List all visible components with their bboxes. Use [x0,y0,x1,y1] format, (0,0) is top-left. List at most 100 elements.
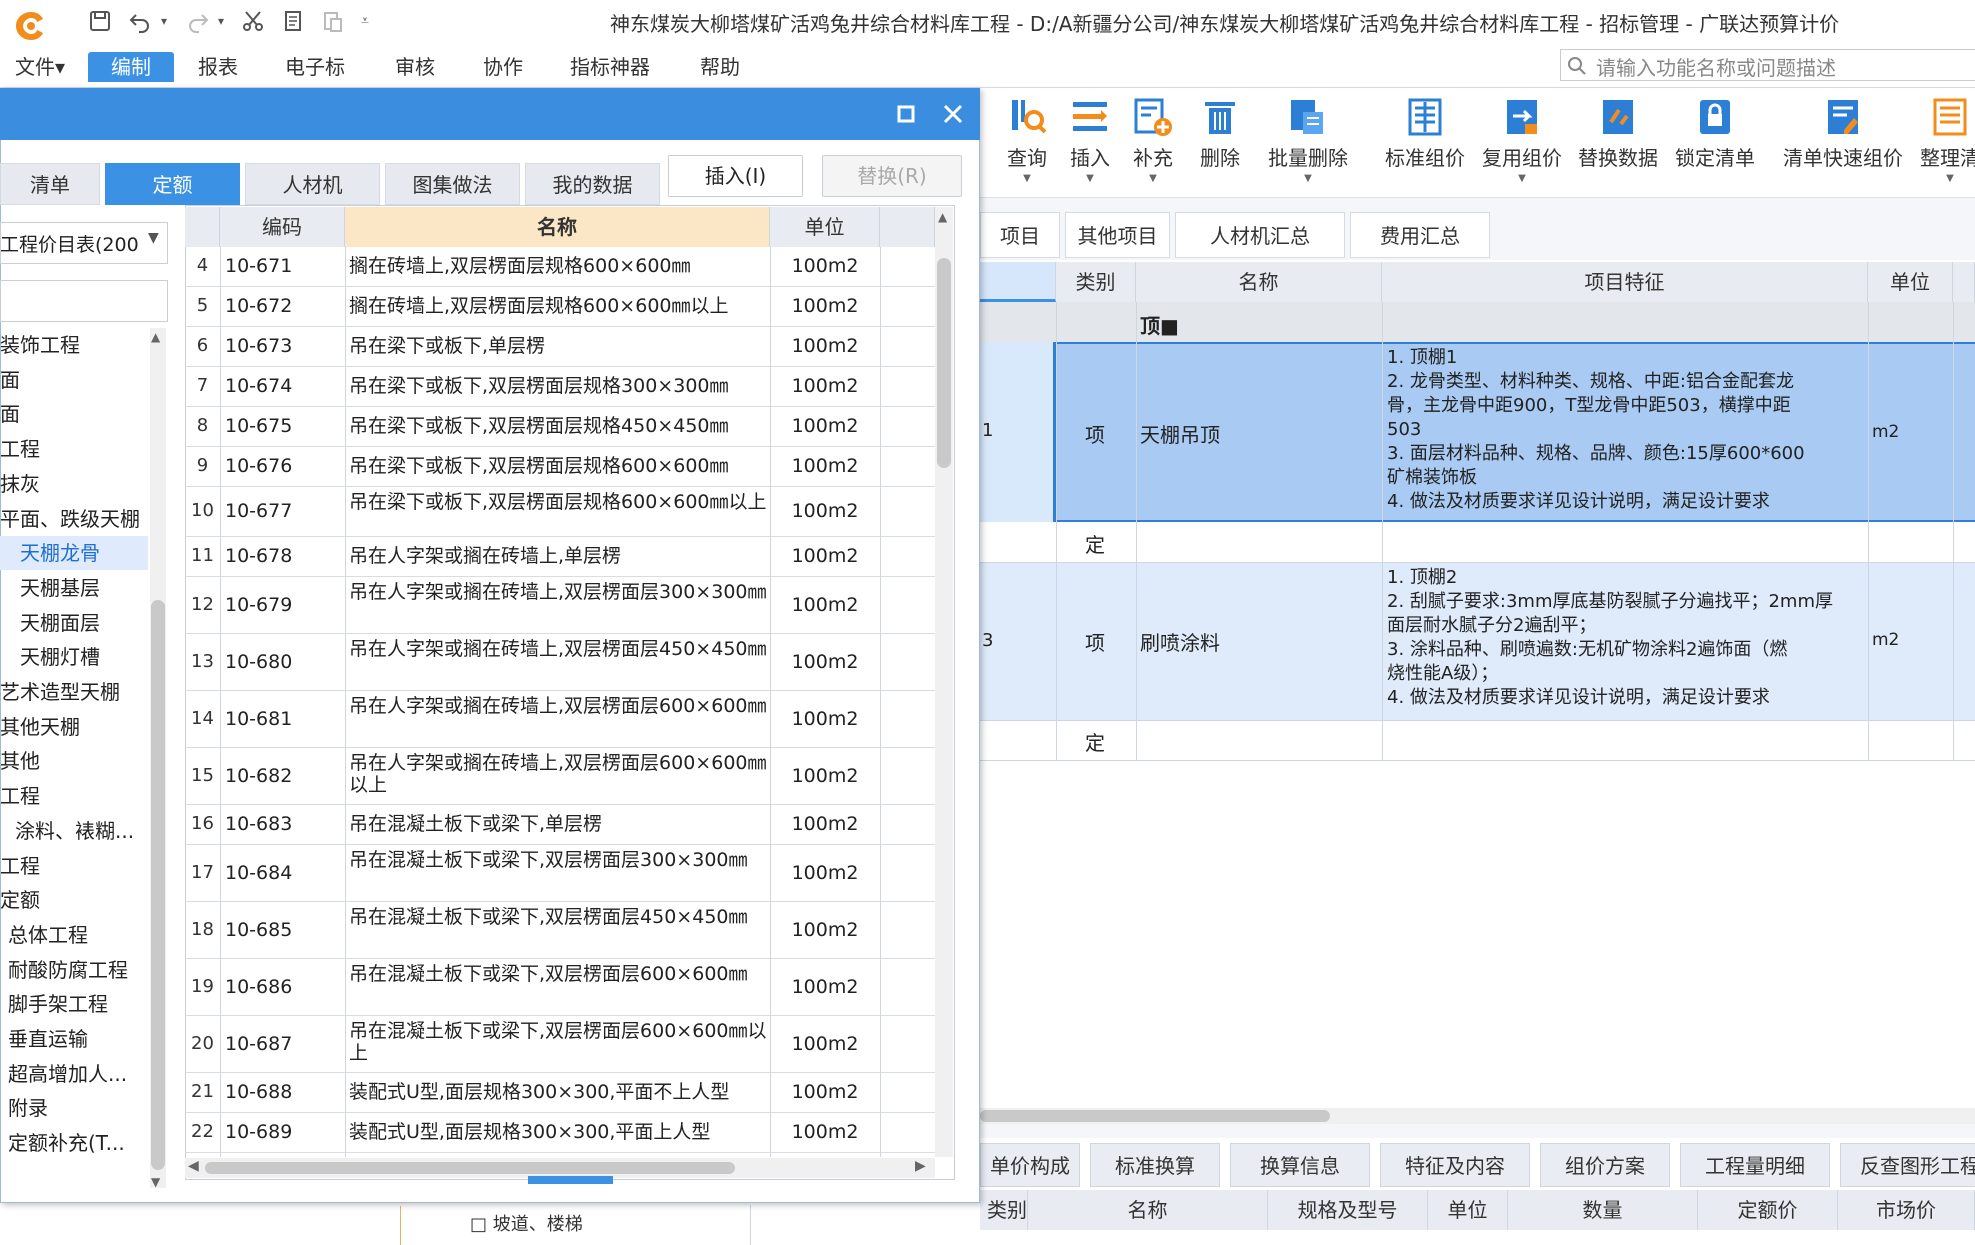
col-header-index[interactable] [185,207,220,247]
tab-unit-price[interactable]: 单价构成 [980,1143,1080,1187]
menu-file[interactable]: 文件▾ [5,52,75,82]
reuse-pricing-button[interactable]: 复用组价 ▼ [1472,96,1572,185]
col-header-type[interactable]: 类别 [1056,262,1136,302]
quota-table-hscroll-thumb[interactable] [205,1162,735,1174]
col-header-unit[interactable]: 单位 [770,207,880,247]
table-row[interactable]: 5 10-672 搁在砖墙上,双层楞面层规格600×600㎜以上 100m2 [185,287,935,327]
dialog-title-bar[interactable] [0,88,980,140]
splitter-handle[interactable] [528,1176,613,1184]
tree-node[interactable]: 涂料、裱糊... [0,814,148,848]
batch-delete-button[interactable]: 批量删除 ▼ [1263,96,1353,185]
table-row[interactable] [980,522,1975,562]
cut-icon[interactable] [238,6,268,36]
save-icon[interactable] [85,6,115,36]
tree-node[interactable]: 工程 [0,779,148,813]
tree-node[interactable]: 定额 [0,883,148,917]
close-icon[interactable] [935,96,971,132]
bill-table-hscroll-thumb[interactable] [980,1110,1330,1122]
tree-search-input[interactable] [0,280,168,322]
standard-pricing-button[interactable]: 标准组价 [1375,96,1475,185]
menu-edit[interactable]: 编制 [88,52,174,82]
lock-list-button[interactable]: 锁定清单 [1665,96,1765,185]
quota-table-vscroll-thumb[interactable] [937,258,951,468]
table-row[interactable]: 18 10-685 吊在混凝土板下或梁下,双层楞面层450×450㎜ 100m2 [185,902,935,959]
more-icon[interactable]: ⩡ [355,6,375,36]
tree-node[interactable]: 天棚基层 [0,571,148,605]
tab-standard-conversion[interactable]: 标准换算 [1090,1143,1220,1187]
table-row[interactable]: 17 10-684 吊在混凝土板下或梁下,双层楞面层300×300㎜ 100m2 [185,845,935,902]
tree-node[interactable]: 总体工程 [0,918,148,952]
tree-node[interactable]: 定额补充(T... [0,1126,148,1160]
table-row[interactable]: 14 10-681 吊在人字架或搁在砖墙上,双层楞面层600×600㎜ 100m2 [185,691,935,748]
detail-col-qty[interactable]: 数量 [1508,1190,1698,1230]
detail-col-unit[interactable]: 单位 [1428,1190,1508,1230]
tree-node[interactable]: 天棚灯槽 [0,640,148,674]
insert-button[interactable]: 插入(I) [668,155,803,197]
col-header-extra[interactable] [880,207,935,247]
tree-node[interactable]: 超高增加人... [0,1057,148,1091]
tree-node[interactable]: 附录 [0,1091,148,1125]
tree-scroll-thumb[interactable] [151,600,165,1170]
scroll-up-icon[interactable]: ▲ [938,210,947,224]
tree-node[interactable]: 工程 [0,849,148,883]
tab-other-items[interactable]: 其他项目 [1065,212,1170,258]
tree-node[interactable]: 抹灰 [0,467,148,501]
tree-node[interactable]: 艺术造型天棚 [0,675,148,709]
tree-node[interactable]: 脚手架工程 [0,987,148,1021]
redo-icon[interactable] [183,6,213,36]
detail-col-quota-price[interactable]: 定额价 [1698,1190,1838,1230]
tab-features-content[interactable]: 特征及内容 [1380,1143,1530,1187]
tree-node[interactable]: 装饰工程 [0,328,148,362]
table-row[interactable]: 8 10-675 吊在梁下或板下,双层楞面层规格450×450㎜ 100m2 [185,407,935,447]
scroll-right-icon[interactable]: ▶ [915,1158,926,1174]
group-row[interactable] [980,302,1975,342]
table-row[interactable]: 11 10-678 吊在人字架或搁在砖墙上,单层楞 100m2 [185,537,935,577]
paste-icon[interactable] [318,6,348,36]
tree-node[interactable]: 面 [0,397,148,431]
replace-button[interactable]: 替换(R) [822,155,962,197]
tab-atlas-practice[interactable]: 图集做法 [385,163,520,205]
col-header-code[interactable] [980,262,1056,302]
tab-pricing-plan[interactable]: 组价方案 [1540,1143,1670,1187]
menu-e-bid[interactable]: 电子标 [275,52,355,82]
organize-list-button[interactable]: 整理清 ▼ [1905,96,1975,185]
tree-node[interactable]: 天棚面层 [0,606,148,640]
menu-help[interactable]: 帮助 [690,52,750,82]
tree-node[interactable]: 平面、跌级天棚 [0,502,148,536]
scroll-down-icon[interactable]: ▼ [151,1175,160,1189]
table-row[interactable]: 12 10-679 吊在人字架或搁在砖墙上,双层楞面层300×300㎜ 100m2 [185,577,935,634]
tree-node[interactable]: 其他天棚 [0,710,148,744]
tab-labor-material[interactable]: 人材机 [245,163,380,205]
copy-icon[interactable] [278,6,308,36]
tree-node[interactable]: 天棚龙骨 [0,536,148,571]
tab-material-summary[interactable]: 人材机汇总 [1175,212,1345,258]
table-row[interactable]: 7 10-674 吊在梁下或板下,双层楞面层规格300×300㎜ 100m2 [185,367,935,407]
tree-node[interactable]: 耐酸防腐工程 [0,953,148,987]
undo-dropdown-icon[interactable]: ▾ [157,6,171,36]
table-row[interactable]: 22 10-689 装配式U型,面层规格300×300,平面上人型 100m2 [185,1113,935,1153]
tree-node[interactable]: 其他 [0,744,148,778]
detail-col-type[interactable]: 类别 [980,1190,1028,1230]
table-row[interactable]: 15 10-682 吊在人字架或搁在砖墙上,双层楞面层600×600㎜以上 100m2 [185,748,935,805]
table-row[interactable]: 19 10-686 吊在混凝土板下或梁下,双层楞面层600×600㎜ 100m2 [185,959,935,1016]
menu-index-tool[interactable]: 指标神器 [560,52,660,82]
col-header-name[interactable]: 名称 [345,207,770,247]
table-row[interactable]: 16 10-683 吊在混凝土板下或梁下,单层楞 100m2 [185,805,935,845]
tab-my-data[interactable]: 我的数据 [525,163,660,205]
detail-col-market-price[interactable]: 市场价 [1838,1190,1975,1230]
replace-data-button[interactable]: 替换数据 [1568,96,1668,185]
table-row[interactable]: 9 10-676 吊在梁下或板下,双层楞面层规格600×600㎜ 100m2 [185,447,935,487]
tab-reverse-graphic[interactable]: 反查图形工程 [1840,1143,1975,1187]
col-header-code[interactable]: 编码 [220,207,345,247]
tab-conversion-info[interactable]: 换算信息 [1230,1143,1370,1187]
scroll-up-icon[interactable]: ▲ [151,330,160,344]
table-row[interactable]: 10 10-677 吊在梁下或板下,双层楞面层规格600×600㎜以上 100m2 [185,487,935,537]
table-row[interactable] [980,720,1975,760]
menu-collab[interactable]: 协作 [473,52,533,82]
col-header-unit[interactable]: 单位 [1868,262,1953,302]
tree-node[interactable]: 垂直运输 [0,1022,148,1056]
scroll-left-icon[interactable]: ◀ [188,1158,199,1174]
restore-icon[interactable] [888,96,924,132]
tab-cost-summary[interactable]: 费用汇总 [1350,212,1490,258]
table-row[interactable]: 4 10-671 搁在砖墙上,双层楞面层规格600×600㎜ 100m2 [185,247,935,287]
